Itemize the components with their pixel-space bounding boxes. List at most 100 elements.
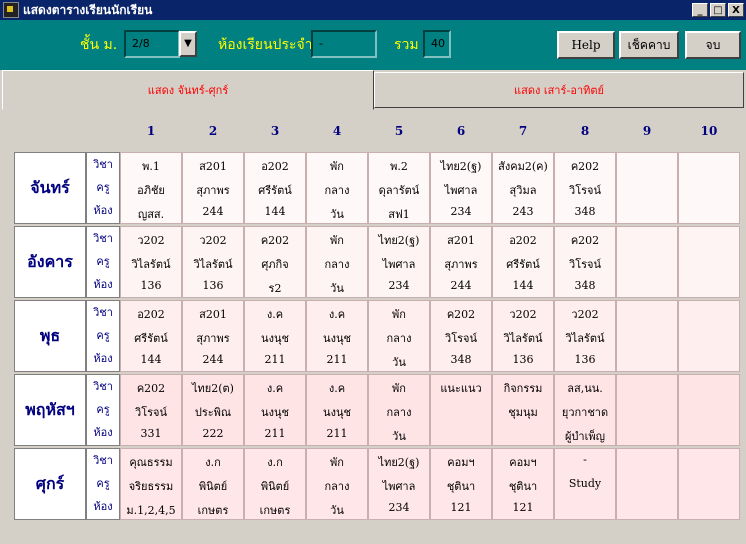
cell-teacher: วิโรจน์ xyxy=(445,332,477,345)
timetable-cell[interactable]: คอมฯ ชุตินา 121 xyxy=(492,448,554,520)
timetable-cell[interactable]: ง.ก พินิตย์ เกษตร xyxy=(182,448,244,520)
cell-teacher: สุภาพร xyxy=(444,258,478,271)
cell-subject: ว202 xyxy=(571,308,599,321)
row-label-teacher: ครู xyxy=(96,255,110,268)
timetable-cell[interactable]: อ202 ศรีรัตน์ 144 xyxy=(244,152,306,224)
timetable-cell[interactable]: พัก กลาง วัน xyxy=(306,448,368,520)
cell-subject: พัก xyxy=(330,234,344,247)
total-label: รวม xyxy=(394,37,419,53)
timetable-cell[interactable]: คุณธรรม จริยธรรม ม.1,2,4,5 xyxy=(120,448,182,520)
cell-teacher: ไพศาล xyxy=(444,184,478,197)
timetable-cell[interactable]: ง.ค นงนุช 211 xyxy=(244,300,306,372)
cell-room: 243 xyxy=(512,205,534,218)
timetable-cell[interactable]: ลส,นน. ยุวกาชาด ผู้บำเพ็ญ xyxy=(554,374,616,446)
timetable-cell[interactable]: ไทย2(ฐ) ไพศาล 234 xyxy=(368,448,430,520)
timetable-cell[interactable]: ค202 ศุภกิจ ร2 xyxy=(244,226,306,298)
timetable-cell[interactable] xyxy=(678,300,740,372)
timetable-cell[interactable]: ค202 วิโรจน์ 331 xyxy=(120,374,182,446)
cell-room: 348 xyxy=(574,205,596,218)
help-button[interactable]: Help xyxy=(557,31,615,59)
timetable-cell[interactable]: แนะแนว xyxy=(430,374,492,446)
row-labels: วิชา ครู ห้อง xyxy=(86,300,120,372)
cell-teacher: ศรีรัตน์ xyxy=(134,332,168,345)
timetable-cell[interactable]: ง.ค นงนุช 211 xyxy=(306,374,368,446)
timetable-cell[interactable] xyxy=(616,374,678,446)
app-icon xyxy=(3,2,19,18)
timetable-cell[interactable]: คอมฯ ชุตินา 121 xyxy=(430,448,492,520)
timetable-cell[interactable]: ส201 สุภาพร 244 xyxy=(430,226,492,298)
cell-subject: พัก xyxy=(330,456,344,469)
total-field: 40 xyxy=(423,30,451,58)
cell-room: วัน xyxy=(330,208,344,221)
day-name: ศุกร์ xyxy=(14,448,86,520)
cell-room: 234 xyxy=(450,205,472,218)
timetable-cell[interactable]: ค202 วิโรจน์ 348 xyxy=(554,226,616,298)
grade-select[interactable]: 2/8 xyxy=(124,30,180,58)
row-label-subject: วิชา xyxy=(93,454,113,467)
timetable-cell[interactable]: ว202 วิไลรัตน์ 136 xyxy=(554,300,616,372)
timetable-cell[interactable]: ง.ค นงนุช 211 xyxy=(306,300,368,372)
timetable-cell[interactable] xyxy=(616,448,678,520)
cell-subject: พัก xyxy=(330,160,344,173)
cell-teacher: นงนุช xyxy=(323,332,351,345)
timetable-cell[interactable]: พัก กลาง วัน xyxy=(306,152,368,224)
day-row: จันทร์ วิชา ครู ห้อง พ.1 อภิชัย ญสส. ส201 สุภาพร… xyxy=(14,152,740,226)
row-label-room: ห้อง xyxy=(93,426,113,439)
cell-room: 144 xyxy=(512,279,534,292)
timetable-cell[interactable] xyxy=(678,448,740,520)
homeroom-field[interactable]: - xyxy=(311,30,377,58)
timetable-cell[interactable]: อ202 ศรีรัตน์ 144 xyxy=(492,226,554,298)
timetable-cell[interactable]: ไทย2(ฐ) ไพศาล 234 xyxy=(368,226,430,298)
timetable-cell[interactable]: ง.ค นงนุช 211 xyxy=(244,374,306,446)
window-title: แสดงตารางเรียนนักเรียน xyxy=(23,2,153,17)
timetable-cell[interactable]: ค202 วิโรจน์ 348 xyxy=(430,300,492,372)
timetable-cell[interactable]: พัก กลาง วัน xyxy=(368,300,430,372)
timetable-cell[interactable] xyxy=(678,374,740,446)
cell-room: วัน xyxy=(330,282,344,295)
timetable-cell[interactable] xyxy=(616,226,678,298)
cell-subject: กิจกรรม xyxy=(503,382,543,395)
cell-room: 136 xyxy=(140,279,162,292)
cell-teacher: ดุลารัตน์ xyxy=(378,184,420,197)
chevron-down-icon[interactable]: ▼ xyxy=(179,31,197,57)
cell-subject: ค202 xyxy=(260,234,290,247)
cell-teacher: วิไลรัตน์ xyxy=(193,258,233,271)
tab-weekday[interactable]: แสดง จันทร์-ศุกร์ xyxy=(2,70,374,110)
cell-teacher: ชุตินา xyxy=(508,480,538,493)
exit-button[interactable]: จบ xyxy=(685,31,741,59)
timetable-cell[interactable]: อ202 ศรีรัตน์ 144 xyxy=(120,300,182,372)
day-name: อังคาร xyxy=(14,226,86,298)
cell-subject: อ202 xyxy=(137,308,165,321)
tab-weekend[interactable]: แสดง เสาร์-อาทิตย์ xyxy=(374,72,744,108)
cell-teacher: วิโรจน์ xyxy=(569,258,601,271)
timetable-cell[interactable]: สังคม2(ค) สุวิมล 243 xyxy=(492,152,554,224)
timetable-cell[interactable] xyxy=(678,226,740,298)
timetable-cell[interactable] xyxy=(616,300,678,372)
minimize-button[interactable]: _ xyxy=(692,3,708,17)
timetable-cell[interactable]: ง.ก พินิตย์ เกษตร xyxy=(244,448,306,520)
timetable-cell[interactable] xyxy=(678,152,740,224)
timetable-cell[interactable]: ค202 วิโรจน์ 348 xyxy=(554,152,616,224)
timetable-cell[interactable]: ว202 วิไลรัตน์ 136 xyxy=(492,300,554,372)
timetable-cell[interactable]: ว202 วิไลรัตน์ 136 xyxy=(120,226,182,298)
timetable-cell[interactable]: พัก กลาง วัน xyxy=(306,226,368,298)
period-number: 7 xyxy=(518,124,528,138)
close-button[interactable]: X xyxy=(728,3,744,17)
cell-teacher: ศรีรัตน์ xyxy=(258,184,292,197)
timetable-cell[interactable]: ไทย2(ต) ประพิณ 222 xyxy=(182,374,244,446)
timetable-cell[interactable] xyxy=(616,152,678,224)
period-number: 1 xyxy=(146,124,156,138)
cell-teacher: ศรีรัตน์ xyxy=(506,258,540,271)
timetable-cell[interactable]: พัก กลาง วัน xyxy=(368,374,430,446)
maximize-button[interactable]: □ xyxy=(710,3,726,17)
timetable-cell[interactable]: พ.2 ดุลารัตน์ สฟ1 xyxy=(368,152,430,224)
cell-teacher: สุภาพร xyxy=(196,184,230,197)
timetable-cell[interactable]: ไทย2(ฐ) ไพศาล 234 xyxy=(430,152,492,224)
timetable-cell[interactable]: กิจกรรม ชุมนุม xyxy=(492,374,554,446)
timetable-cell[interactable]: ว202 วิไลรัตน์ 136 xyxy=(182,226,244,298)
timetable-cell[interactable]: ส201 สุภาพร 244 xyxy=(182,300,244,372)
check-period-button[interactable]: เช็คคาบ xyxy=(619,31,679,59)
timetable-cell[interactable]: - Study xyxy=(554,448,616,520)
timetable-cell[interactable]: ส201 สุภาพร 244 xyxy=(182,152,244,224)
timetable-cell[interactable]: พ.1 อภิชัย ญสส. xyxy=(120,152,182,224)
